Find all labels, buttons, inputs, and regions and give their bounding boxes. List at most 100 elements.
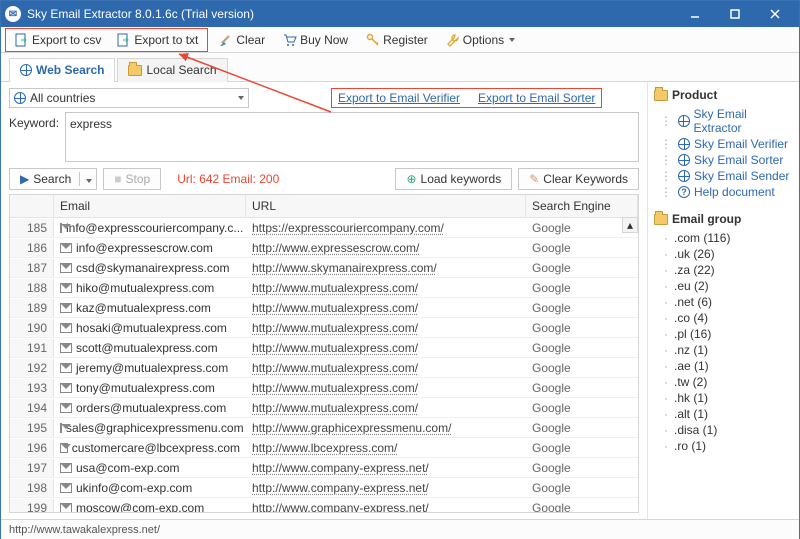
url-link[interactable]: http://www.skymanairexpress.com/ [252, 261, 437, 275]
country-select[interactable]: All countries [9, 88, 249, 108]
cell-search-engine: Google [526, 399, 638, 417]
export-csv-button[interactable]: Export to csv [8, 30, 108, 50]
product-head-label: Product [672, 88, 717, 102]
table-row[interactable]: 186info@expressescrow.comhttp://www.expr… [10, 238, 638, 258]
group-head-label: Email group [672, 212, 741, 226]
table-row[interactable]: 196customercare@lbcexpress.comhttp://www… [10, 438, 638, 458]
email-group-item[interactable]: .nz (1) [658, 342, 793, 358]
stop-icon: ■ [114, 172, 121, 186]
email-group-item[interactable]: .tw (2) [658, 374, 793, 390]
table-row[interactable]: 189kaz@mutualexpress.comhttp://www.mutua… [10, 298, 638, 318]
url-link[interactable]: http://www.mutualexpress.com/ [252, 341, 418, 355]
close-button[interactable] [755, 1, 795, 27]
url-link[interactable]: http://www.mutualexpress.com/ [252, 361, 418, 375]
product-item[interactable]: ⋮?Help document [654, 184, 793, 200]
email-group-item[interactable]: .hk (1) [658, 390, 793, 406]
col-search-engine[interactable]: Search Engine [526, 195, 638, 217]
url-link[interactable]: http://www.company-express.net/ [252, 461, 429, 475]
table-row[interactable]: 188hiko@mutualexpress.comhttp://www.mutu… [10, 278, 638, 298]
load-keywords-button[interactable]: ⊕ Load keywords [395, 168, 512, 190]
export-txt-button[interactable]: Export to txt [110, 30, 205, 50]
annotation-export-links: Export to Email Verifier Export to Email… [331, 88, 602, 108]
keyword-input[interactable]: express [65, 112, 639, 162]
cell-url: http://www.mutualexpress.com/ [246, 339, 526, 357]
table-row[interactable]: 190hosaki@mutualexpress.comhttp://www.mu… [10, 318, 638, 338]
cell-search-engine: Google [526, 439, 638, 457]
url-link[interactable]: http://www.lbcexpress.com/ [252, 441, 397, 455]
email-group-item[interactable]: .za (22) [658, 262, 793, 278]
product-item[interactable]: ⋮Sky Email Extractor [654, 106, 793, 136]
maximize-button[interactable] [715, 1, 755, 27]
email-group-item[interactable]: .alt (1) [658, 406, 793, 422]
row-number: 189 [10, 299, 54, 317]
table-row[interactable]: 199moscow@com-exp.comhttp://www.company-… [10, 498, 638, 512]
email-group-item[interactable]: .uk (26) [658, 246, 793, 262]
cell-search-engine: Google [526, 359, 638, 377]
cell-email: orders@mutualexpress.com [54, 399, 246, 417]
buy-now-button[interactable]: Buy Now [276, 30, 355, 50]
search-button[interactable]: ▶ Search [9, 168, 97, 190]
options-button[interactable]: Options [439, 30, 522, 50]
cart-icon [283, 33, 297, 47]
email-group-item[interactable]: .ae (1) [658, 358, 793, 374]
cell-email: info@expressescrow.com [54, 239, 246, 257]
table-row[interactable]: 187csd@skymanairexpress.comhttp://www.sk… [10, 258, 638, 278]
email-group-item[interactable]: .ro (1) [658, 438, 793, 454]
table-row[interactable]: 191scott@mutualexpress.comhttp://www.mut… [10, 338, 638, 358]
tab-local-search[interactable]: Local Search [117, 58, 227, 82]
url-link[interactable]: http://www.company-express.net/ [252, 501, 429, 513]
cell-url: http://www.mutualexpress.com/ [246, 319, 526, 337]
email-group-item[interactable]: .pl (16) [658, 326, 793, 342]
url-link[interactable]: http://www.mutualexpress.com/ [252, 401, 418, 415]
row-number: 187 [10, 259, 54, 277]
url-link[interactable]: http://www.mutualexpress.com/ [252, 281, 418, 295]
url-link[interactable]: http://www.graphicexpressmenu.com/ [252, 421, 451, 435]
email-group-item[interactable]: .com (116) [658, 230, 793, 246]
grid-body[interactable]: 185info@expresscouriercompany.c...https:… [10, 218, 638, 512]
url-link[interactable]: http://www.mutualexpress.com/ [252, 381, 418, 395]
tab-web-search[interactable]: Web Search [9, 58, 115, 82]
cell-url: http://www.company-express.net/ [246, 459, 526, 477]
table-row[interactable]: 192jeremy@mutualexpress.comhttp://www.mu… [10, 358, 638, 378]
url-link[interactable]: http://www.company-express.net/ [252, 481, 429, 495]
minimize-button[interactable] [675, 1, 715, 27]
search-label: Search [33, 172, 71, 186]
scroll-up-button[interactable]: ▴ [622, 217, 638, 233]
export-verifier-link[interactable]: Export to Email Verifier [338, 91, 460, 105]
globe-icon [20, 64, 32, 76]
email-group-item[interactable]: .co (4) [658, 310, 793, 326]
table-row[interactable]: 197usa@com-exp.comhttp://www.company-exp… [10, 458, 638, 478]
cell-email: hiko@mutualexpress.com [54, 279, 246, 297]
table-row[interactable]: 198ukinfo@com-exp.comhttp://www.company-… [10, 478, 638, 498]
clear-button[interactable]: Clear [212, 30, 272, 50]
product-item[interactable]: ⋮Sky Email Sorter [654, 152, 793, 168]
product-item[interactable]: ⋮Sky Email Sender [654, 168, 793, 184]
export-sorter-link[interactable]: Export to Email Sorter [478, 91, 595, 105]
envelope-icon [60, 483, 72, 493]
table-row[interactable]: 194orders@mutualexpress.comhttp://www.mu… [10, 398, 638, 418]
table-row[interactable]: 193tony@mutualexpress.comhttp://www.mutu… [10, 378, 638, 398]
col-url[interactable]: URL [246, 195, 526, 217]
register-button[interactable]: Register [359, 30, 435, 50]
url-link[interactable]: http://www.expressescrow.com/ [252, 241, 419, 255]
cell-email: sales@graphicexpressmenu.com [54, 419, 246, 437]
product-item[interactable]: ⋮Sky Email Verifier [654, 136, 793, 152]
envelope-icon [60, 383, 72, 393]
envelope-icon [60, 403, 72, 413]
url-link[interactable]: http://www.mutualexpress.com/ [252, 301, 418, 315]
table-row[interactable]: 185info@expresscouriercompany.c...https:… [10, 218, 638, 238]
chevron-down-icon[interactable] [79, 172, 92, 186]
envelope-icon [60, 323, 72, 333]
table-row[interactable]: 195sales@graphicexpressmenu.comhttp://ww… [10, 418, 638, 438]
url-link[interactable]: https://expresscouriercompany.com/ [252, 221, 444, 235]
email-group-item[interactable]: .eu (2) [658, 278, 793, 294]
stop-button[interactable]: ■ Stop [103, 168, 161, 190]
email-group-item[interactable]: .net (6) [658, 294, 793, 310]
col-email[interactable]: Email [54, 195, 246, 217]
url-link[interactable]: http://www.mutualexpress.com/ [252, 321, 418, 335]
col-rownum[interactable] [10, 195, 54, 217]
cell-search-engine: Google [526, 379, 638, 397]
email-group-item[interactable]: .disa (1) [658, 422, 793, 438]
clear-keywords-button[interactable]: ✎ Clear Keywords [518, 168, 639, 190]
cell-url: http://www.mutualexpress.com/ [246, 279, 526, 297]
